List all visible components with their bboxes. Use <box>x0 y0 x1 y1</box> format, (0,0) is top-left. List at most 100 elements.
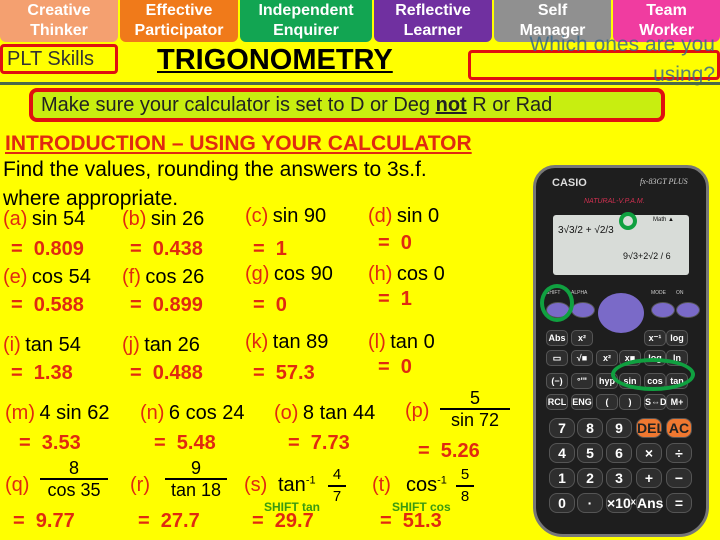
problem-expression: cos 0 <box>396 263 445 285</box>
problem-expression: tan 89 <box>272 331 329 353</box>
key: (−) <box>546 373 568 389</box>
divider <box>0 82 720 85</box>
calculator-tagline: NATURAL-V.P.A.M. <box>584 198 645 205</box>
key: Abs <box>546 330 568 346</box>
denominator: cos 35 <box>47 480 101 500</box>
denominator: tan 18 <box>170 480 222 500</box>
key: DEL <box>636 418 665 438</box>
calculator-brand: CASIO <box>552 177 587 189</box>
problem-label: (d) <box>368 205 393 227</box>
key: 2 <box>577 468 603 488</box>
key: − <box>666 468 692 488</box>
key: M+ <box>666 394 688 410</box>
problem: (a) sin 54 <box>3 208 85 231</box>
plt-tab-line1: Team <box>646 2 687 19</box>
plt-tab-line1: Reflective <box>395 2 471 19</box>
problem-label: (t) <box>372 474 391 496</box>
problem-label: (l) <box>368 331 386 353</box>
problem-label: (b) <box>122 208 147 230</box>
problem-label: (m) <box>5 402 35 424</box>
key: · <box>577 493 603 513</box>
problem: (f) cos 26 <box>122 266 204 289</box>
problem-label: (e) <box>3 266 28 288</box>
key: 1 <box>549 468 575 488</box>
inverse-function: tan-1 <box>278 474 316 497</box>
problem-expression: cos 26 <box>145 266 205 288</box>
trig-keys-highlight <box>611 358 695 391</box>
denominator: 7 <box>332 488 342 505</box>
banner-text-after: R or Rad <box>466 94 553 116</box>
problem-label: (p) <box>405 400 430 422</box>
banner-emphasis: not <box>435 94 467 116</box>
degree-mode-banner: Make sure your calculator is set to D or… <box>29 88 665 122</box>
problem-label: (a) <box>3 208 28 230</box>
problem-expression: tan 26 <box>144 334 200 356</box>
problem-answer: = 5.26 <box>418 440 480 462</box>
key-label: MODE <box>651 290 666 296</box>
plt-tab-reflective: Reflective Learner <box>374 0 492 42</box>
problem: (e) cos 54 <box>3 266 91 289</box>
key: x⁻¹ <box>644 330 666 346</box>
instruction-line-1: Find the values, rounding the answers to… <box>3 158 427 181</box>
problem: (n) 6 cos 24 <box>140 402 245 425</box>
problem-label: (f) <box>122 266 141 288</box>
key: 8 <box>577 418 603 438</box>
problem-answer: = 51.3 <box>380 510 442 532</box>
problem: (o) 8 tan 44 <box>274 402 375 425</box>
key: 0 <box>549 493 575 513</box>
problem-answer: = 0.488 <box>130 362 203 384</box>
problem-label: (n) <box>140 402 165 424</box>
problem: (c) sin 90 <box>245 205 326 228</box>
problem-expression: tan 54 <box>25 334 81 356</box>
key: AC <box>666 418 692 438</box>
key: ÷ <box>666 443 692 463</box>
plt-tab-creative: Creative Thinker <box>0 0 118 42</box>
page-title: TRIGONOMETRY <box>157 44 393 76</box>
key-alpha <box>571 302 595 318</box>
key: RCL <box>546 394 568 410</box>
fraction: 9 tan 18 <box>165 458 227 500</box>
superscript: -1 <box>437 474 447 487</box>
fraction: 8 cos 35 <box>40 458 108 500</box>
denominator: 8 <box>460 488 470 505</box>
key: 4 <box>549 443 575 463</box>
plt-tab-independent: Independent Enquirer <box>240 0 372 42</box>
navigation-pad <box>598 293 644 333</box>
problem-answer: = 27.7 <box>138 510 200 532</box>
screen-result: 9√3+2√2 / 6 <box>623 251 671 261</box>
plt-tab-line1: Independent <box>258 2 354 19</box>
problem-label: (k) <box>245 331 269 353</box>
fraction: 58 <box>456 465 474 507</box>
problem: (l) tan 0 <box>368 331 435 354</box>
key: 6 <box>606 443 632 463</box>
key: x² <box>571 330 593 346</box>
numerator: 5 <box>456 465 474 487</box>
key: 7 <box>549 418 575 438</box>
superscript: -1 <box>305 474 316 487</box>
key-mode <box>651 302 675 318</box>
problem-expression: sin 26 <box>150 208 205 230</box>
calculator-model: fx-83GT PLUS <box>640 177 688 186</box>
key: ▭ <box>546 350 568 366</box>
function-name: cos <box>406 474 438 496</box>
problem-label: (c) <box>245 205 269 227</box>
screen-expression: 3√3/2 + √2/3 <box>558 225 614 236</box>
problem: (k) tan 89 <box>245 331 328 354</box>
problem-answer: = 7.73 <box>288 432 350 454</box>
problem-expression: 6 cos 24 <box>168 402 245 424</box>
plt-label-text: PLT Skills <box>7 48 95 70</box>
plt-tab-line2: Participator <box>134 22 224 39</box>
problem-answer: = 0 <box>378 232 412 254</box>
problem-label: (s) <box>244 474 268 496</box>
key: 3 <box>606 468 632 488</box>
problem-label: (q) <box>5 474 30 496</box>
problem-answer: = 1 <box>253 238 287 260</box>
problem: (g) cos 90 <box>245 263 333 286</box>
fraction: 47 <box>328 465 346 507</box>
problem-label: (j) <box>122 334 140 356</box>
plt-tab-line1: Effective <box>145 2 213 19</box>
function-name: tan <box>278 474 306 496</box>
problem-expression: tan 0 <box>390 331 435 353</box>
problem-expression: cos 54 <box>31 266 91 288</box>
problem: (i) tan 54 <box>3 334 81 357</box>
